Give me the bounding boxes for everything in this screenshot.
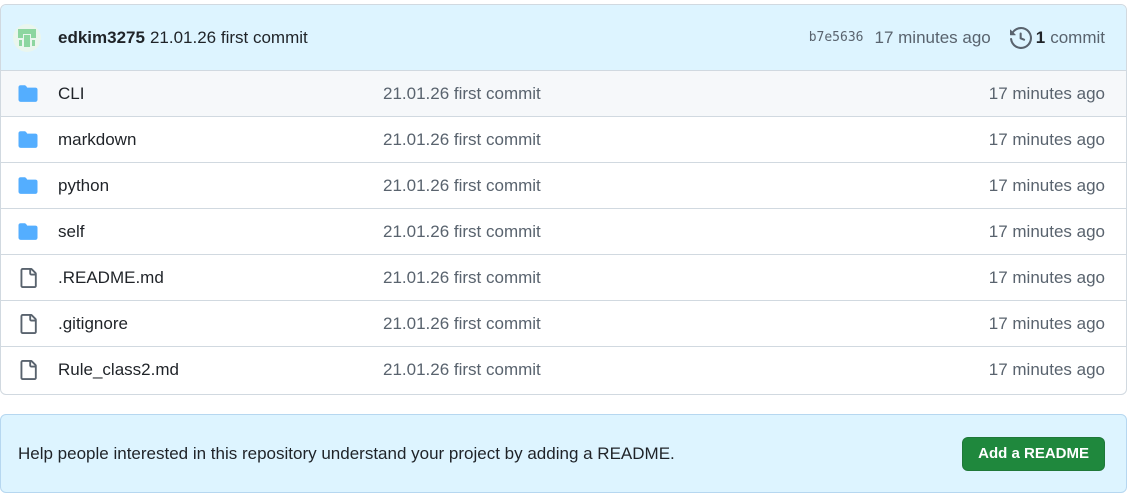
readme-banner-text: Help people interested in this repositor… (18, 443, 675, 463)
file-icon (17, 313, 39, 335)
file-row[interactable]: Rule_class2.md 21.01.26 first commit 17 mi… (1, 347, 1126, 393)
file-commit-message-link[interactable]: 21.01.26 first commit (383, 360, 989, 380)
file-commit-time: 17 minutes ago (988, 221, 1105, 241)
file-name-link[interactable]: markdown (58, 130, 383, 150)
folder-icon (17, 221, 39, 243)
file-commit-time: 17 minutes ago (988, 360, 1105, 379)
file-commit-message-link[interactable]: 21.01.26 first commit (383, 84, 989, 104)
commit-count: 1 (1035, 27, 1046, 47)
file-name-link[interactable]: self (58, 222, 383, 242)
history-icon (1009, 26, 1032, 49)
commit-time: 17 minutes ago (874, 27, 991, 47)
file-row[interactable]: CLI 21.01.26 first commit 17 minutes ago (1, 71, 1126, 117)
commit-sha-link[interactable]: b7e5636 (809, 30, 864, 45)
file-name-link[interactable]: Rule_class2.md (58, 360, 383, 380)
file-row[interactable]: self 21.01.26 first commit 17 minutes ago (1, 209, 1126, 255)
avatar[interactable] (13, 23, 41, 52)
file-row[interactable]: python 21.01.26 first commit 17 minutes ag… (1, 163, 1126, 209)
latest-commit-bar: edkim3275 21.01.26 first commit b7e5636 … (1, 5, 1126, 71)
file-commit-message-link[interactable]: 21.01.26 first commit (383, 268, 989, 288)
file-name-link[interactable]: CLI (58, 84, 383, 104)
add-readme-button[interactable]: Add a README (962, 436, 1105, 471)
file-list: edkim3275 21.01.26 first commit b7e5636 … (0, 4, 1127, 395)
file-commit-time: 17 minutes ago (988, 175, 1105, 195)
folder-icon (17, 175, 39, 197)
file-commit-message-link[interactable]: 21.01.26 first commit (383, 176, 989, 196)
file-name-link[interactable]: .README.md (58, 268, 383, 288)
add-readme-banner: Help people interested in this repositor… (0, 414, 1127, 493)
file-row[interactable]: .README.md 21.01.26 first commit 17 minute… (1, 255, 1126, 301)
file-commit-time: 17 minutes ago (988, 313, 1105, 333)
commit-history-link[interactable]: 1 commit (1009, 26, 1105, 49)
file-icon (17, 359, 39, 381)
file-name-link[interactable]: .gitignore (58, 314, 383, 334)
file-icon (17, 267, 39, 289)
file-commit-time: 17 minutes ago (988, 129, 1105, 149)
file-commit-time: 17 minutes ago (988, 267, 1105, 287)
commit-author-link[interactable]: edkim3275 (58, 28, 145, 48)
file-commit-message-link[interactable]: 21.01.26 first commit (383, 130, 989, 150)
folder-icon (17, 83, 39, 105)
file-name-link[interactable]: python (58, 176, 383, 196)
file-commit-time: 17 minutes ago (988, 83, 1105, 103)
commit-label: commit (1050, 27, 1105, 47)
commit-message-link[interactable]: 21.01.26 first commit (150, 28, 308, 48)
file-row[interactable]: .gitignore 21.01.26 first commit 17 minute… (1, 301, 1126, 347)
file-commit-message-link[interactable]: 21.01.26 first commit (383, 314, 989, 334)
folder-icon (17, 129, 39, 151)
file-commit-message-link[interactable]: 21.01.26 first commit (383, 222, 989, 242)
file-row[interactable]: markdown 21.01.26 first commit 17 minutes … (1, 117, 1126, 163)
